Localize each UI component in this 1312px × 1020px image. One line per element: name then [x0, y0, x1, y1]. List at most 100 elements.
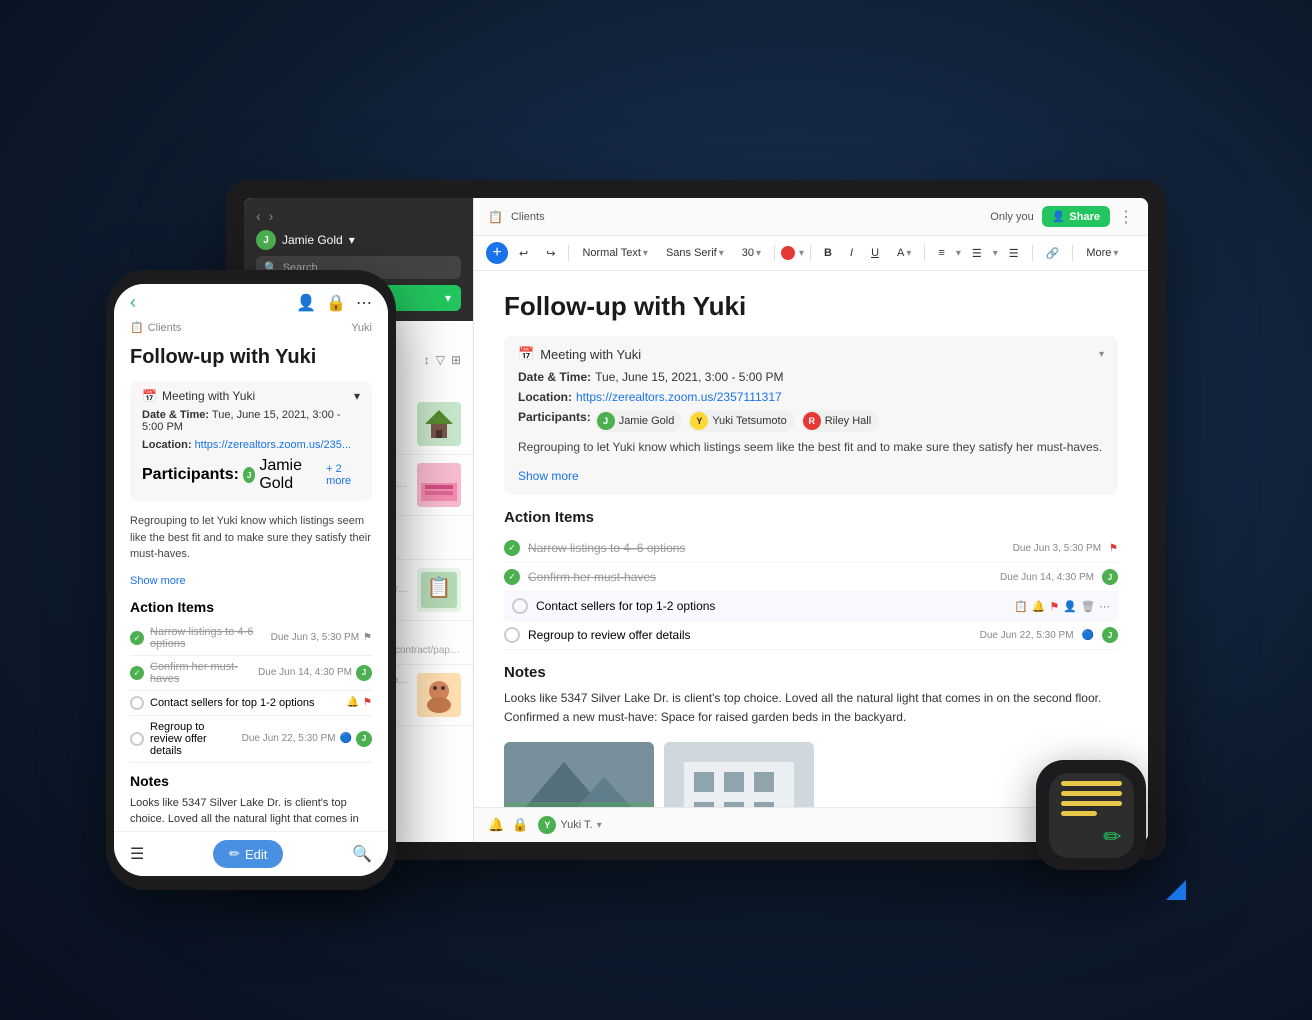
filter-icon[interactable]: ▽ [436, 353, 445, 367]
show-more-link[interactable]: Show more [130, 575, 186, 587]
phone-back-button[interactable]: ‹ [130, 292, 136, 313]
unordered-list-button[interactable]: ≡ [931, 244, 951, 262]
bold-button[interactable]: B [817, 244, 839, 262]
more-participants-link[interactable]: + 2 more [326, 463, 360, 487]
bell-icon: 🔔 [347, 697, 359, 708]
phone-meeting-header[interactable]: 📅 Meeting with Yuki ▾ [142, 389, 360, 403]
highlight-button[interactable]: A ▾ [890, 244, 918, 262]
only-you-badge: Only you [990, 211, 1033, 223]
toolbar-divider [774, 245, 775, 261]
chevron-down-icon: ▾ [354, 389, 360, 403]
sidebar-nav: ‹ › [256, 208, 461, 224]
phone-participants: Participants: J Jamie Gold + 2 more [142, 457, 360, 493]
note-thumbnail: 📋 [417, 568, 461, 612]
location-link[interactable]: https://zerealtors.zoom.us/2357111317 [576, 390, 782, 404]
note-main-title: Follow-up with Yuki [504, 291, 1118, 322]
text-style-selector[interactable]: Normal Text ▾ [575, 244, 655, 262]
action-text: Contact sellers for top 1-2 options [536, 599, 1006, 613]
color-picker[interactable] [781, 246, 795, 260]
show-more-link[interactable]: Show more [518, 469, 579, 483]
participant-avatar: J [597, 412, 615, 430]
menu-icon[interactable]: ☰ [130, 844, 144, 864]
action-item-3[interactable]: Contact sellers for top 1-2 options 📋 🔔 … [504, 592, 1118, 621]
meeting-label: Meeting with Yuki [162, 389, 255, 403]
toolbar-divider [924, 245, 925, 261]
svg-text:📋: 📋 [427, 575, 452, 599]
note-thumbnail [417, 402, 461, 446]
calendar-icon: 📋 [1014, 600, 1028, 613]
due-text: Due Jun 3, 5:30 PM [271, 632, 359, 643]
location-link[interactable]: https://zerealtors.zoom.us/235... [195, 439, 352, 451]
action-checkbox[interactable] [504, 569, 520, 585]
action-text: Regroup to review offer details [528, 628, 972, 642]
note-detail: 📋 Clients Only you 👤 Share ⋮ + [474, 198, 1148, 842]
add-button[interactable]: + [486, 242, 508, 264]
action-right: 🔔 ⚑ [347, 697, 372, 708]
action-checkbox[interactable] [130, 732, 144, 746]
font-size-selector[interactable]: 30 ▾ [735, 244, 768, 262]
more-icon: ⋯ [1099, 600, 1110, 613]
chevron-down-icon: ▾ [906, 248, 911, 259]
action-due: Due Jun 22, 5:30 PM [980, 630, 1074, 641]
add-person-icon[interactable]: 👤 [296, 293, 316, 313]
pencil-icon: ✏ [1103, 824, 1121, 850]
toolbar: + ↩ ↪ Normal Text ▾ Sans Serif ▾ [474, 236, 1148, 271]
more-icon[interactable]: ⋯ [356, 293, 372, 313]
phone-notes-title: Notes [130, 773, 372, 789]
phone-notes-text: Looks like 5347 Silver Lake Dr. is clien… [130, 795, 372, 832]
chevron-down-icon: ▾ [349, 233, 355, 247]
grid-icon[interactable]: ⊞ [451, 353, 461, 367]
nav-forward-icon[interactable]: › [269, 208, 274, 224]
phone-action-item-3: Contact sellers for top 1-2 options 🔔 ⚑ [130, 691, 372, 716]
chevron-down-icon[interactable]: ▾ [1099, 349, 1104, 360]
link-button[interactable]: 🔗 [1039, 244, 1067, 263]
participant-name: Jamie Gold [619, 415, 675, 427]
calendar-icon: 📅 [518, 346, 534, 362]
note-image-building [664, 742, 814, 807]
breadcrumb-text: Clients [148, 322, 182, 334]
action-checkbox[interactable] [512, 598, 528, 614]
action-checkbox[interactable] [504, 540, 520, 556]
sort-icon[interactable]: ↕ [424, 353, 430, 367]
toolbar-divider [568, 245, 569, 261]
nav-back-icon[interactable]: ‹ [256, 208, 261, 224]
more-button[interactable]: ⋮ [1118, 207, 1134, 227]
edit-label: Edit [245, 847, 267, 862]
meeting-description: Regrouping to let Yuki know which listin… [518, 438, 1104, 457]
action-checkbox[interactable] [504, 627, 520, 643]
note-detail-header: 📋 Clients Only you 👤 Share ⋮ [474, 198, 1148, 236]
action-checkbox[interactable] [130, 666, 144, 680]
edit-button[interactable]: ✏ Edit [213, 840, 283, 868]
bell-footer-icon[interactable]: 🔔 [488, 817, 504, 833]
action-checkbox[interactable] [130, 696, 144, 710]
meeting-details: Date & Time: Tue, June 15, 2021, 3:00 - … [518, 370, 1104, 485]
more-toolbar-button[interactable]: More ▾ [1079, 244, 1125, 262]
lock-footer-icon[interactable]: 🔒 [512, 817, 528, 833]
notes-body-text: Looks like 5347 Silver Lake Dr. is clien… [504, 689, 1118, 727]
phone-location-row: Location: https://zerealtors.zoom.us/235… [142, 439, 360, 451]
mobile-phone: ‹ 👤 🔒 ⋯ 📋 Clients Yuki Follow-up with Yu… [106, 270, 396, 890]
indent-button[interactable]: ☰ [1002, 244, 1026, 263]
ordered-list-button[interactable]: ☰ [965, 244, 989, 263]
share-label: Share [1069, 211, 1100, 223]
footer-username: Yuki T. [560, 819, 592, 831]
participant-chip-yuki: Y Yuki Tetsumoto [688, 410, 794, 432]
action-right: Due Jun 14, 4:30 PM J [258, 665, 372, 681]
redo-button[interactable]: ↪ [539, 244, 562, 263]
user-name[interactable]: Jamie Gold [282, 233, 343, 247]
share-button[interactable]: 👤 Share [1042, 206, 1110, 227]
breadcrumb-icon: 📋 [130, 321, 144, 334]
phone-breadcrumb: 📋 Clients Yuki [114, 317, 388, 338]
undo-button[interactable]: ↩ [512, 244, 535, 263]
underline-button[interactable]: U [864, 244, 886, 262]
participant-avatar: Y [690, 412, 708, 430]
chevron-down-icon: ▾ [756, 248, 761, 259]
footer-user[interactable]: Y Yuki T. ▾ [538, 816, 601, 834]
font-selector[interactable]: Sans Serif ▾ [659, 244, 731, 262]
lock-icon[interactable]: 🔒 [326, 293, 346, 313]
italic-button[interactable]: I [843, 244, 860, 262]
search-icon[interactable]: 🔍 [352, 844, 372, 864]
action-checkbox[interactable] [130, 631, 144, 645]
due-text: Due Jun 14, 4:30 PM [258, 667, 352, 678]
note-image-mountain [504, 742, 654, 807]
